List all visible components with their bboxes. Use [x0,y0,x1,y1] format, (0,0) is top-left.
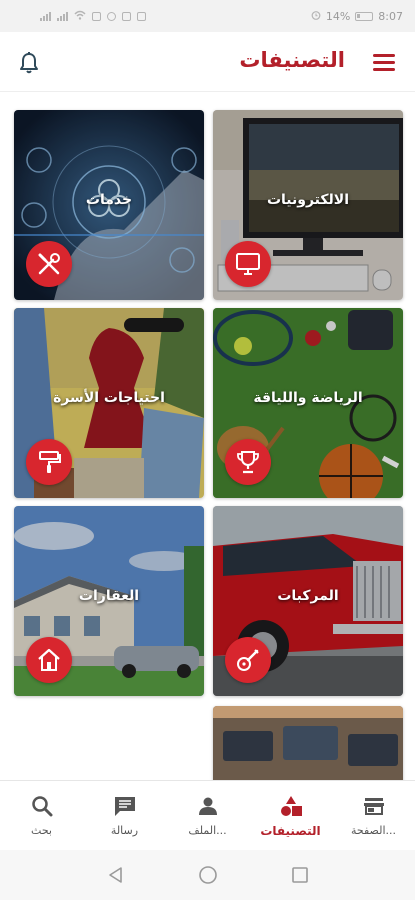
app-notification-icon-4 [137,11,146,21]
store-icon [363,794,385,818]
search-icon [31,794,53,818]
category-label: الرياضة واللياقة [253,390,363,406]
app-header: التصنيفات [0,32,415,92]
system-navigation-bar [0,850,415,900]
category-label: احتياجات الأسرة [53,390,165,406]
category-card-family-needs[interactable]: احتياجات الأسرة [14,308,204,498]
monitor-icon [225,241,271,287]
category-card-partial[interactable] [213,706,403,780]
page-title: التصنيفات [239,48,345,72]
category-card-vehicles[interactable]: المركبات [213,506,403,696]
status-system: 14% 8:07 [311,10,403,23]
alarm-icon [311,10,321,23]
category-label: المركبات [277,588,339,604]
app-notification-icon-2 [107,11,116,21]
tools-icon [26,241,72,287]
nav-item-search[interactable]: بحث [0,781,83,850]
category-card-electronics[interactable]: الالكترونيات [213,110,403,300]
category-label: خدمات [85,192,133,208]
nav-item-profile[interactable]: الملف... [166,781,249,850]
category-label: الالكترونيات [266,192,350,208]
nav-item-messages[interactable]: رسالة [83,781,166,850]
wifi-icon [74,10,86,23]
category-card-real-estate[interactable]: العقارات [14,506,204,696]
home-icon[interactable] [196,863,220,887]
app-notification-icon-3 [122,11,131,21]
nav-label: بحث [31,824,52,837]
app-notification-icon [92,11,101,21]
nav-label: الملف... [188,824,227,837]
category-card-services[interactable]: خدمات [14,110,204,300]
nav-label: رسالة [110,824,139,837]
clock: 8:07 [378,9,403,23]
guitar-icon [225,637,271,683]
nav-item-categories[interactable]: التصنيفات [249,781,332,850]
chat-icon [113,794,137,818]
category-grid: الالكترونيات خدمات الرياضة واللياقة احتي… [0,92,415,780]
category-label: العقارات [78,588,140,604]
paint-roller-icon [26,439,72,485]
person-icon [198,794,218,818]
nav-label: التصنيفات [260,823,321,838]
back-icon[interactable] [104,863,128,887]
status-icons [40,10,146,23]
partial-card-image [213,706,403,780]
status-bar: 14% 8:07 [0,0,415,32]
recents-icon[interactable] [288,863,312,887]
trophy-icon [225,439,271,485]
hamburger-menu-icon[interactable] [373,54,395,71]
signal-icon-2 [57,11,68,21]
battery-percent: 14% [325,9,351,23]
bottom-navigation: الصفحة... التصنيفات الملف... رسالة بحث [0,780,415,850]
shapes-icon [279,794,303,818]
house-icon [26,637,72,683]
bell-icon[interactable] [16,50,42,76]
signal-icon [40,11,51,21]
category-card-sports[interactable]: الرياضة واللياقة [213,308,403,498]
battery-icon [355,11,374,21]
nav-item-home[interactable]: الصفحة... [332,781,415,850]
nav-label: الصفحة... [350,824,396,837]
